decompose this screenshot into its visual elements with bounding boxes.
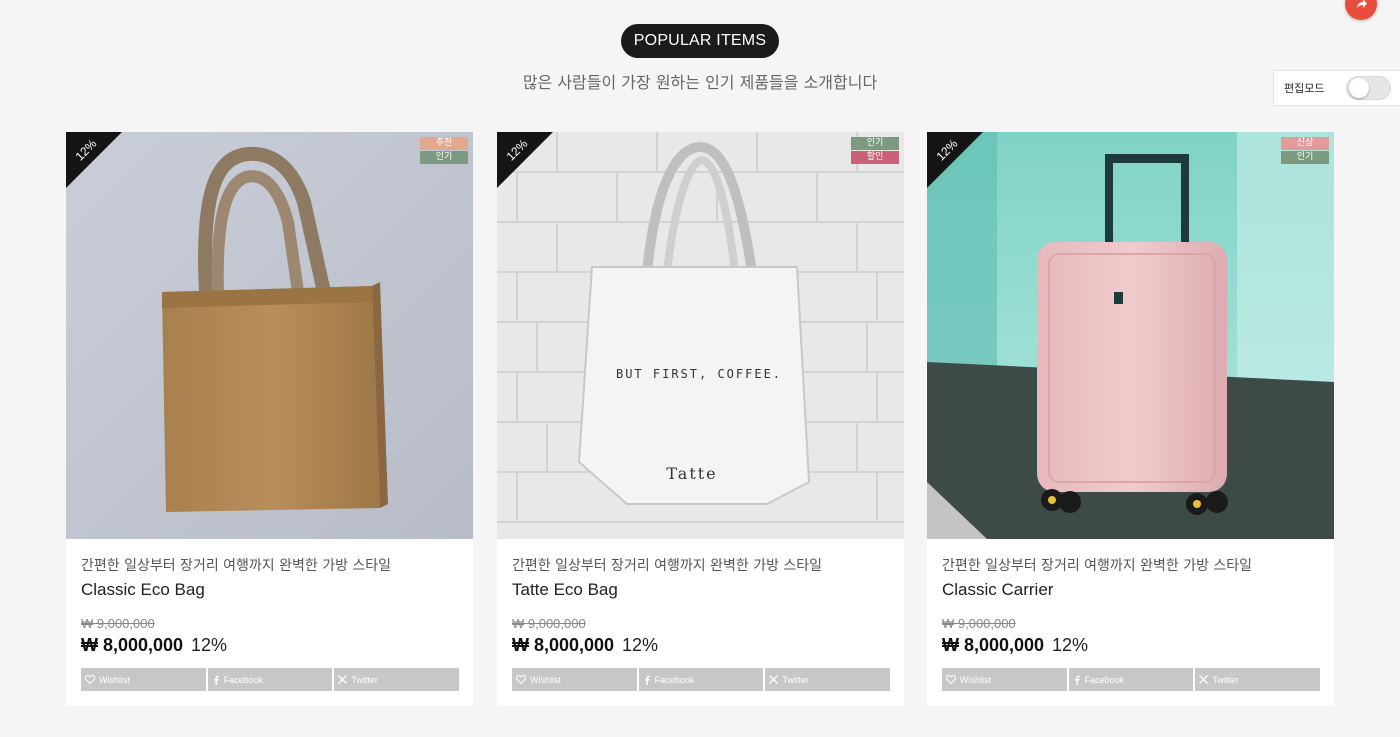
product-description: 간편한 일상부터 장거리 여행까지 완벽한 가방 스타일 bbox=[81, 558, 392, 574]
suitcase-photo bbox=[927, 132, 1334, 539]
product-name[interactable]: Classic Eco Bag bbox=[81, 580, 205, 600]
twitter-button[interactable]: Twitter bbox=[1195, 668, 1321, 691]
tote-print-brand: Tatte bbox=[666, 464, 717, 483]
heart-icon bbox=[516, 675, 526, 684]
toggle-knob bbox=[1349, 78, 1369, 98]
section-title: POPULAR ITEMS bbox=[621, 24, 779, 58]
twitter-label: Twitter bbox=[351, 674, 378, 685]
edit-mode-panel: 편집모드 bbox=[1273, 70, 1400, 106]
heart-icon bbox=[946, 675, 956, 684]
original-price: ₩ 9,000,000 bbox=[512, 616, 586, 631]
floating-action-button[interactable] bbox=[1345, 0, 1377, 20]
facebook-label: Facebook bbox=[654, 674, 695, 685]
tote-bag-photo: BUT FIRST, COFFEE. Tatte bbox=[497, 132, 904, 539]
twitter-button[interactable]: Twitter bbox=[765, 668, 891, 691]
product-description: 간편한 일상부터 장거리 여행까지 완벽한 가방 스타일 bbox=[942, 558, 1253, 574]
badge-recommend: 추천 bbox=[420, 137, 468, 150]
heart-icon bbox=[85, 675, 95, 684]
product-name[interactable]: Classic Carrier bbox=[942, 580, 1053, 600]
x-twitter-icon bbox=[1199, 675, 1209, 684]
product-card[interactable]: 12% 추천 인기 간편한 일상부터 장거리 여행까지 완벽한 가방 스타일 C… bbox=[66, 132, 473, 706]
badge-popular: 인기 bbox=[420, 151, 468, 164]
share-bar: Wishlist Facebook Twitter bbox=[942, 668, 1321, 691]
badge-sale: 할인 bbox=[851, 151, 899, 164]
facebook-icon bbox=[1074, 675, 1080, 685]
product-image[interactable] bbox=[66, 132, 473, 539]
twitter-button[interactable]: Twitter bbox=[334, 668, 460, 691]
twitter-label: Twitter bbox=[1212, 674, 1239, 685]
badge-popular: 인기 bbox=[1281, 151, 1329, 164]
x-twitter-icon bbox=[769, 675, 779, 684]
badge-group: 추천 인기 bbox=[420, 137, 468, 164]
share-bar: Wishlist Facebook Twitter bbox=[512, 668, 891, 691]
wishlist-label: Wishlist bbox=[530, 674, 561, 685]
discount-rate: 12% bbox=[622, 635, 659, 655]
facebook-label: Facebook bbox=[1084, 674, 1125, 685]
wishlist-button[interactable]: Wishlist bbox=[81, 668, 206, 691]
original-price: ₩ 9,000,000 bbox=[81, 616, 155, 631]
discount-rate: 12% bbox=[1052, 635, 1089, 655]
x-twitter-icon bbox=[338, 675, 348, 684]
product-image[interactable] bbox=[927, 132, 1334, 539]
share-bar: Wishlist Facebook Twitter bbox=[81, 668, 460, 691]
sale-price: ₩ 8,000,000 bbox=[942, 635, 1045, 655]
facebook-icon bbox=[644, 675, 650, 685]
badge-group: 신상 인기 bbox=[1281, 137, 1329, 164]
product-description: 간편한 일상부터 장거리 여행까지 완벽한 가방 스타일 bbox=[512, 558, 823, 574]
original-price: ₩ 9,000,000 bbox=[942, 616, 1016, 631]
badge-new: 신상 bbox=[1281, 137, 1329, 150]
eco-bag-photo bbox=[66, 132, 473, 539]
twitter-label: Twitter bbox=[782, 674, 809, 685]
wishlist-button[interactable]: Wishlist bbox=[512, 668, 637, 691]
badge-popular: 인기 bbox=[851, 137, 899, 150]
wishlist-label: Wishlist bbox=[960, 674, 991, 685]
facebook-button[interactable]: Facebook bbox=[207, 668, 333, 691]
product-card[interactable]: BUT FIRST, COFFEE. Tatte 12% 인기 할인 간편한 일… bbox=[497, 132, 904, 706]
discount-rate: 12% bbox=[191, 635, 228, 655]
facebook-button[interactable]: Facebook bbox=[638, 668, 764, 691]
facebook-button[interactable]: Facebook bbox=[1068, 668, 1194, 691]
facebook-label: Facebook bbox=[223, 674, 264, 685]
share-arrow-icon bbox=[1357, 0, 1367, 9]
product-card[interactable]: 12% 신상 인기 간편한 일상부터 장거리 여행까지 완벽한 가방 스타일 C… bbox=[927, 132, 1334, 706]
wishlist-button[interactable]: Wishlist bbox=[942, 668, 1067, 691]
sale-price: ₩ 8,000,000 bbox=[512, 635, 615, 655]
tote-print-text: BUT FIRST, COFFEE. bbox=[616, 367, 782, 381]
wishlist-label: Wishlist bbox=[99, 674, 130, 685]
badge-group: 인기 할인 bbox=[851, 137, 899, 164]
product-image[interactable]: BUT FIRST, COFFEE. Tatte bbox=[497, 132, 904, 539]
sale-price: ₩ 8,000,000 bbox=[81, 635, 184, 655]
section-subtitle: 많은 사람들이 가장 원하는 인기 제품들을 소개합니다 bbox=[522, 73, 878, 92]
facebook-icon bbox=[213, 675, 219, 685]
product-name[interactable]: Tatte Eco Bag bbox=[512, 580, 618, 600]
edit-mode-label: 편집모드 bbox=[1284, 82, 1325, 95]
edit-mode-toggle[interactable] bbox=[1346, 76, 1391, 100]
